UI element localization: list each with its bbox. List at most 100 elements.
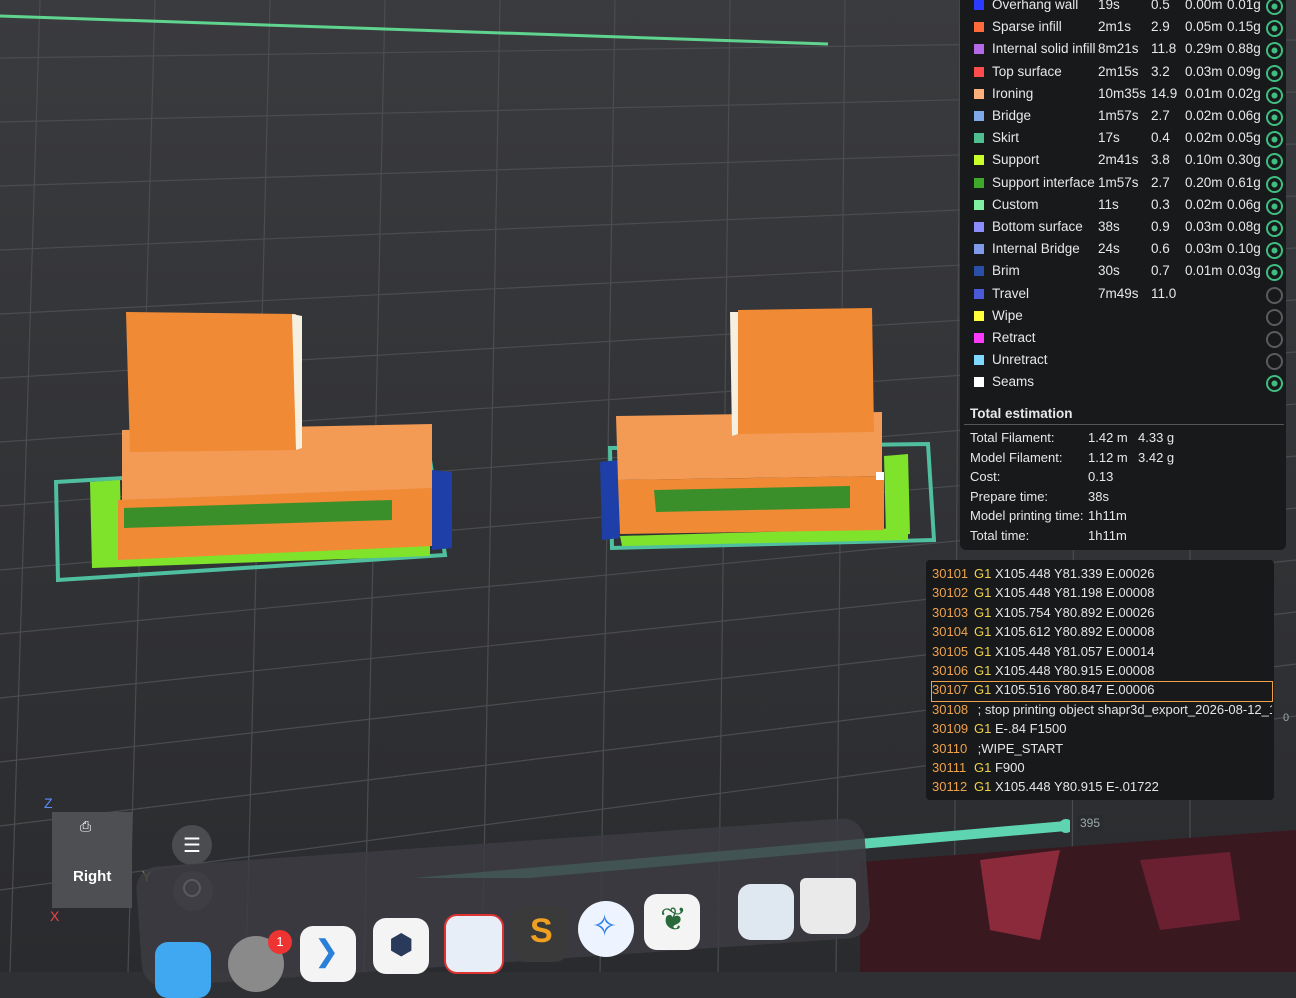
gcode-arguments: ; stop printing object shapr3d_export_20… <box>977 701 1272 717</box>
legend-row[interactable]: Brim 30s 0.7 0.01m 0.03g <box>960 260 1286 282</box>
legend-swatch <box>974 44 984 55</box>
legend-row[interactable]: Ironing 10m35s 14.9 0.01m 0.02g <box>960 83 1286 105</box>
legend-item-weight: 0.10g <box>1227 241 1261 257</box>
legend-row[interactable]: Travel 7m49s 11.0 <box>960 283 1286 305</box>
legend-item-percent: 0.6 <box>1151 241 1170 257</box>
legend-item-percent: 11.8 <box>1151 41 1177 57</box>
legend-item-time: 11s <box>1098 196 1119 212</box>
legend-row[interactable]: Skirt 17s 0.4 0.02m 0.05g <box>960 127 1286 149</box>
gcode-line[interactable]: 30112 G1 X105.448 Y80.915 E-.01722 <box>932 779 1272 798</box>
legend-item-length: 0.05m <box>1185 19 1223 35</box>
total-value: 0.13 <box>1088 469 1114 485</box>
eye-off-icon[interactable] <box>1266 286 1283 304</box>
legend-swatch <box>974 155 984 166</box>
downloads-folder-icon[interactable] <box>738 884 794 940</box>
legend-item-length: 0.03m <box>1185 63 1223 79</box>
eye-icon[interactable] <box>1266 197 1283 215</box>
gcode-line[interactable]: 30105 G1 X105.448 Y81.057 E.00014 <box>932 644 1272 663</box>
gcode-arguments: X105.612 Y80.892 E.00008 <box>994 624 1155 640</box>
total-label: Total Filament: <box>970 430 1055 445</box>
remote-desktop-icon[interactable] <box>444 914 504 974</box>
legend-row[interactable]: Sparse infill 2m1s 2.9 0.05m 0.15g <box>960 16 1286 38</box>
legend-item-length: 0.10m <box>1185 152 1223 168</box>
legend-item-length: 0.00m <box>1185 0 1223 12</box>
legend-row[interactable]: Overhang wall 19s 0.5 0.00m 0.01g <box>960 0 1286 16</box>
sublime-text-icon[interactable]: S <box>512 906 568 962</box>
legend-row[interactable]: Support interface 1m57s 2.7 0.20m 0.61g <box>960 172 1286 194</box>
trash-icon[interactable] <box>800 878 856 934</box>
eye-icon[interactable] <box>1266 64 1283 82</box>
legend-row[interactable]: Bottom surface 38s 0.9 0.03m 0.08g <box>960 216 1286 238</box>
shapr3d-icon[interactable]: ⬢ <box>373 918 429 974</box>
legend-item-time: 17s <box>1098 130 1120 146</box>
eye-icon[interactable] <box>1266 264 1283 282</box>
legend-row[interactable]: Unretract <box>960 349 1286 371</box>
legend-row[interactable]: Internal Bridge 24s 0.6 0.03m 0.10g <box>960 238 1286 260</box>
legend-item-name: Wipe <box>992 307 1023 323</box>
eye-icon[interactable] <box>1266 220 1283 237</box>
legend-row[interactable]: Retract <box>960 327 1286 349</box>
gcode-line[interactable]: 30101 G1 X105.448 Y81.339 E.00026 <box>932 566 1272 585</box>
eye-off-icon[interactable] <box>1266 308 1283 326</box>
legend-item-weight: 0.02g <box>1227 85 1261 101</box>
legend-item-name: Internal solid infill <box>992 41 1096 57</box>
gcode-line[interactable]: 30104 G1 X105.612 Y80.892 E.00008 <box>932 624 1272 643</box>
gcode-line-number: 30101 <box>932 566 969 581</box>
eye-icon[interactable] <box>1266 0 1283 15</box>
legend-item-percent: 11.0 <box>1151 285 1177 301</box>
legend-row[interactable]: Top surface 2m15s 3.2 0.03m 0.09g <box>960 61 1286 83</box>
notification-badge: 1 <box>268 930 292 954</box>
menu-button[interactable]: ☰ <box>172 825 212 865</box>
legend-row[interactable]: Support 2m41s 3.8 0.10m 0.30g <box>960 149 1286 171</box>
legend-item-name: Unretract <box>992 352 1048 368</box>
eye-icon[interactable] <box>1266 131 1283 149</box>
gcode-arguments: X105.448 Y81.339 E.00026 <box>994 566 1155 581</box>
eye-icon[interactable] <box>1266 175 1283 193</box>
eye-icon[interactable] <box>1266 242 1283 260</box>
legend-item-weight: 0.30g <box>1227 152 1261 168</box>
gcode-line[interactable]: 30109 G1 E-.84 F1500 <box>932 721 1272 740</box>
gcode-line[interactable]: 30106 G1 X105.448 Y80.915 E.00008 <box>932 663 1272 682</box>
legend-item-length: 0.01m <box>1185 263 1223 279</box>
finder-icon[interactable] <box>155 942 211 998</box>
vertical-slider-value: 0 <box>1283 712 1290 724</box>
legend-item-percent: 0.7 <box>1151 263 1170 279</box>
view-cube-label: Right <box>73 868 112 885</box>
legend-item-weight: 0.88g <box>1227 41 1261 57</box>
legend-row[interactable]: Custom 11s 0.3 0.02m 0.06g <box>960 194 1286 216</box>
total-label: Model Filament: <box>970 449 1063 465</box>
legend-item-percent: 0.5 <box>1151 0 1170 12</box>
legend-swatch <box>974 244 984 255</box>
eye-off-icon[interactable] <box>1266 353 1283 371</box>
gcode-arguments: X105.448 Y80.915 E.00008 <box>994 663 1155 678</box>
vscode-icon[interactable]: ❯ <box>300 926 356 982</box>
eye-icon[interactable] <box>1266 86 1283 104</box>
eye-icon[interactable] <box>1266 20 1283 38</box>
gcode-line-number: 30110 <box>932 740 968 756</box>
gcode-arguments: X105.448 Y81.198 E.00008 <box>994 585 1155 601</box>
safari-icon[interactable]: ✧ <box>578 901 634 957</box>
legend-row[interactable]: Internal solid infill 8m21s 11.8 0.29m 0.88g <box>960 38 1286 60</box>
gcode-line[interactable]: 30110 ;WIPE_START <box>932 741 1272 760</box>
eye-icon[interactable] <box>1266 153 1283 171</box>
total-estimation-title: Total estimation <box>970 406 1073 421</box>
legend-row[interactable]: Bridge 1m57s 2.7 0.02m 0.06g <box>960 105 1286 127</box>
gcode-line[interactable]: 30103 G1 X105.754 Y80.892 E.00026 <box>932 605 1272 624</box>
bambu-studio-icon[interactable]: ❦ <box>644 894 700 950</box>
eye-off-icon[interactable] <box>1266 331 1283 348</box>
gcode-line[interactable]: 30102 G1 X105.448 Y81.198 E.00008 <box>932 585 1272 604</box>
eye-icon[interactable] <box>1266 375 1283 393</box>
legend-item-length: 0.02m <box>1185 196 1223 212</box>
gcode-line[interactable]: 30111 G1 F900 <box>932 760 1272 779</box>
legend-item-name: Ironing <box>992 85 1034 101</box>
gcode-line[interactable]: 30107 G1 X105.516 Y80.847 E.00006 <box>931 681 1273 703</box>
view-cube[interactable]: ⎙ <box>52 812 132 908</box>
eye-icon[interactable] <box>1266 42 1283 60</box>
legend-item-weight: 0.15g <box>1227 19 1261 35</box>
legend-item-length: 0.01m <box>1185 85 1223 101</box>
gcode-line[interactable]: 30108 ; stop printing object shapr3d_exp… <box>932 702 1272 721</box>
legend-row[interactable]: Wipe <box>960 305 1286 327</box>
legend-item-percent: 0.3 <box>1151 196 1170 212</box>
legend-row[interactable]: Seams <box>960 371 1286 393</box>
eye-icon[interactable] <box>1266 109 1283 126</box>
